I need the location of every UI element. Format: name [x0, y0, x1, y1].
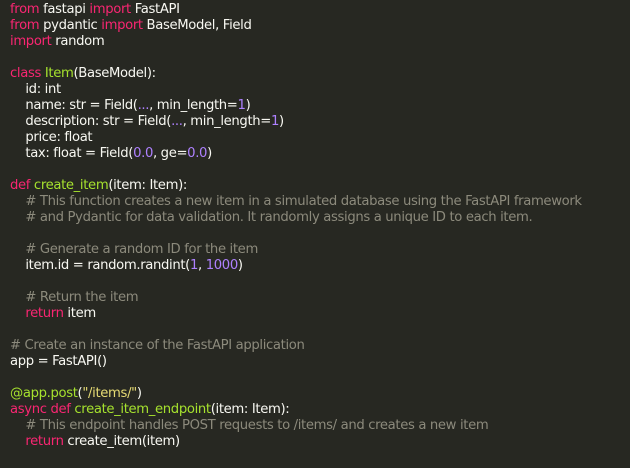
code-token: create_item_endpoint — [74, 402, 211, 417]
code-line: price: float — [10, 130, 630, 146]
code-token: random — [51, 34, 105, 49]
code-token: from — [10, 18, 40, 33]
code-token: , — [198, 258, 206, 273]
code-token: price: float — [10, 130, 93, 145]
code-token: app = FastAPI() — [10, 354, 107, 369]
code-token: 1 — [189, 258, 199, 273]
code-token: 1 — [270, 114, 280, 129]
code-token: def — [10, 178, 31, 193]
code-token: @app.post — [10, 386, 78, 401]
code-token: import — [89, 2, 131, 17]
code-token: ) — [207, 146, 212, 161]
code-token: def — [50, 402, 71, 417]
code-token: import — [101, 18, 143, 33]
code-token: item — [63, 306, 96, 321]
code-token: Item — [44, 66, 74, 81]
code-line: tax: float = Field(0.0, ge=0.0) — [10, 146, 630, 162]
code-token: pydantic — [39, 18, 102, 33]
code-token: 0.0 — [133, 146, 153, 161]
code-token: 0.0 — [187, 146, 208, 161]
code-token: 1 — [237, 98, 246, 113]
code-line: id: int — [10, 82, 630, 98]
code-line: # Generate a random ID for the item — [10, 242, 630, 258]
code-line: from pydantic import BaseModel, Field — [10, 18, 630, 34]
code-token: import — [10, 34, 52, 49]
code-line: # Return the item — [10, 290, 630, 306]
code-line: # This function creates a new item in a … — [10, 194, 630, 210]
code-token: BaseModel, Field — [142, 18, 252, 33]
code-token: 1000 — [205, 258, 239, 273]
code-line: import random — [10, 34, 630, 50]
code-token: "/items/" — [82, 386, 137, 401]
code-token: tax: float = Field( — [10, 146, 134, 161]
code-token: # This endpoint handles POST requests to… — [10, 418, 489, 433]
code-token: description: str = Field( — [10, 114, 172, 129]
code-line: return item — [10, 306, 630, 322]
code-line: app = FastAPI() — [10, 354, 630, 370]
code-token: # Create an instance of the FastAPI appl… — [10, 338, 305, 353]
code-line: ​ — [10, 226, 630, 242]
code-token: name: str = Field( — [10, 98, 138, 113]
code-token: fastapi — [39, 2, 90, 17]
code-line: class Item(BaseModel): — [10, 66, 630, 82]
code-token: ... — [171, 114, 183, 129]
code-token: , min_length= — [149, 98, 238, 113]
code-line: async def create_item_endpoint(item: Ite… — [10, 402, 630, 418]
code-token: # Return the item — [10, 290, 139, 305]
code-line: ​ — [10, 370, 630, 386]
code-token: from — [10, 2, 40, 17]
code-token: FastAPI — [130, 2, 180, 17]
code-line: ​ — [10, 274, 630, 290]
code-line: def create_item(item: Item): — [10, 178, 630, 194]
code-line: @app.post("/items/") — [10, 386, 630, 402]
code-token: ) — [279, 114, 284, 129]
code-token: , ge= — [153, 146, 188, 161]
code-line: return create_item(item) — [10, 434, 630, 450]
code-token: class — [10, 66, 41, 81]
code-line: item.id = random.randint(1, 1000) — [10, 258, 630, 274]
code-line: name: str = Field(..., min_length=1) — [10, 98, 630, 114]
code-line: ​ — [10, 50, 630, 66]
code-token: # and Pydantic for data validation. It r… — [10, 210, 533, 225]
code-token: ) — [245, 98, 251, 113]
code-line: description: str = Field(..., min_length… — [10, 114, 630, 130]
code-token: return — [10, 306, 64, 321]
code-line: ​ — [10, 322, 630, 338]
code-token: return — [10, 434, 64, 449]
code-token: id: int — [10, 82, 61, 97]
code-token: , min_length= — [182, 114, 272, 129]
code-token: (item: Item): — [108, 178, 187, 193]
code-token: async — [10, 402, 47, 417]
code-token: # This function creates a new item in a … — [10, 194, 582, 209]
code-token: ) — [136, 386, 142, 401]
code-token: create_item(item) — [63, 434, 180, 449]
code-line: # and Pydantic for data validation. It r… — [10, 210, 630, 226]
code-token: item.id = random.randint( — [10, 258, 190, 273]
code-token: (item: Item): — [210, 402, 290, 417]
code-token: ... — [137, 98, 150, 113]
code-token: # Generate a random ID for the item — [10, 242, 258, 257]
code-editor[interactable]: from fastapi import FastAPI from pydantic… — [0, 0, 630, 468]
code-token: create_item — [33, 178, 109, 193]
code-token: ) — [237, 258, 243, 273]
code-token: (BaseModel): — [73, 66, 156, 81]
code-line: ​ — [10, 162, 630, 178]
code-line: # Create an instance of the FastAPI appl… — [10, 338, 630, 354]
code-line: from fastapi import FastAPI — [10, 2, 630, 18]
code-line: # This endpoint handles POST requests to… — [10, 418, 630, 434]
